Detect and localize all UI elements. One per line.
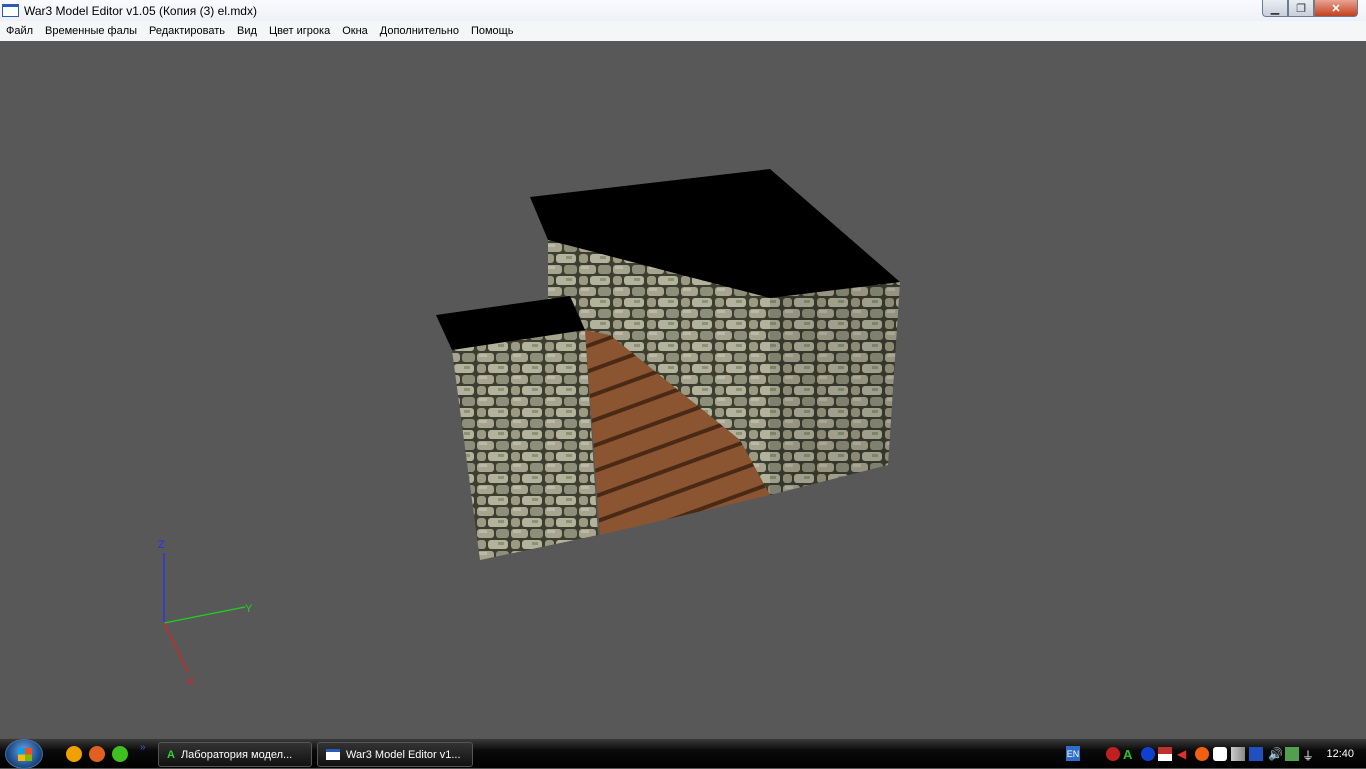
menu-extra[interactable]: Дополнительно — [374, 25, 465, 37]
clock[interactable]: 12:40 — [1326, 748, 1354, 760]
close-icon: ✕ — [1331, 2, 1341, 15]
more-icon[interactable]: » — [140, 742, 146, 753]
3d-viewport[interactable]: Z Y X — [0, 41, 1366, 738]
menu-view[interactable]: Вид — [231, 25, 263, 37]
speaker-muted-icon[interactable]: ◀ — [1177, 747, 1191, 761]
aimp-icon[interactable] — [66, 746, 82, 762]
menu-player-color[interactable]: Цвет игрока — [263, 25, 336, 37]
vk-icon[interactable] — [1213, 747, 1227, 761]
windows-logo-icon — [18, 748, 32, 761]
taskbar-button-war3[interactable]: War3 Model Editor v1... — [317, 742, 473, 767]
alert-icon[interactable] — [1195, 747, 1209, 761]
small-wall — [452, 330, 598, 560]
taskbar-button-label: War3 Model Editor v1... — [346, 748, 461, 761]
taskbar-button-lab[interactable]: A Лаборатория модел... — [158, 742, 312, 767]
close-button[interactable]: ✕ — [1314, 0, 1358, 17]
x-axis-label: X — [187, 676, 195, 688]
power-icon[interactable]: ⏚ — [1302, 747, 1316, 763]
minimize-icon: ▁ — [1270, 2, 1280, 15]
z-axis-label: Z — [158, 539, 165, 551]
menu-file[interactable]: Файл — [0, 25, 39, 37]
right-wall-shade — [770, 282, 900, 495]
menu-temp-files[interactable]: Временные фалы — [39, 25, 143, 37]
window-title: War3 Model Editor v1.05 (Копия (3) el.md… — [24, 3, 257, 18]
start-button[interactable] — [5, 739, 43, 769]
tray-icon-lab[interactable]: A — [1123, 747, 1137, 762]
menu-windows[interactable]: Окна — [336, 25, 374, 37]
icq-icon[interactable] — [112, 746, 128, 762]
lab-app-icon: A — [167, 748, 175, 761]
language-indicator[interactable]: EN — [1066, 746, 1080, 761]
restore-icon: ❐ — [1296, 2, 1306, 15]
restore-button[interactable]: ❐ — [1288, 0, 1314, 17]
tray-icon-1[interactable] — [1106, 747, 1120, 761]
network-icon[interactable] — [1285, 747, 1299, 761]
tray-icon-3[interactable] — [1141, 747, 1155, 761]
photo-viewer-icon[interactable] — [89, 746, 105, 762]
x-axis — [163, 622, 189, 673]
app-icon — [2, 4, 19, 17]
taskbar: » A Лаборатория модел... War3 Model Edito… — [0, 738, 1366, 769]
model-render: Z Y X — [158, 169, 900, 688]
y-axis — [163, 606, 246, 624]
network-signal-icon[interactable] — [1231, 747, 1245, 761]
flag-icon[interactable] — [1158, 747, 1172, 761]
taskbar-button-label: Лаборатория модел... — [180, 748, 293, 761]
minimize-button[interactable]: ▁ — [1262, 0, 1288, 17]
title-bar: War3 Model Editor v1.05 (Копия (3) el.md… — [0, 0, 1366, 21]
menu-bar: Файл Временные фалы Редактировать Вид Цв… — [0, 21, 1366, 41]
volume-icon[interactable]: 🔊 — [1268, 747, 1283, 761]
menu-edit[interactable]: Редактировать — [143, 25, 231, 37]
menu-help[interactable]: Помощь — [465, 25, 520, 37]
y-axis-label: Y — [245, 603, 253, 615]
bluetooth-icon[interactable] — [1249, 747, 1263, 761]
window-app-icon — [326, 749, 340, 760]
